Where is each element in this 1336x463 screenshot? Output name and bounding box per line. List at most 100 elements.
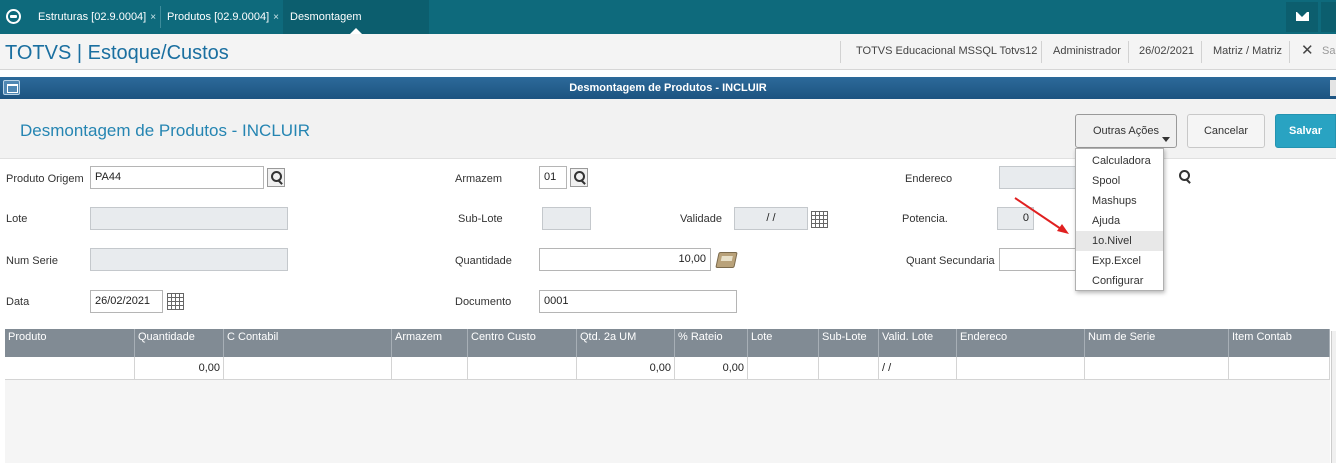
grid-header-armazem[interactable]: Armazem — [392, 329, 468, 357]
grid-cell[interactable] — [468, 357, 577, 380]
scrollbar[interactable] — [1330, 80, 1336, 96]
quantidade-label: Quantidade — [455, 255, 512, 267]
lote-field[interactable] — [90, 207, 288, 230]
produto-origem-label: Produto Origem — [6, 173, 84, 185]
menu-item-1o-nivel[interactable]: 1o.Nivel — [1076, 231, 1163, 251]
sub-lote-label: Sub-Lote — [458, 213, 503, 225]
window-title: Desmontagem de Produtos - INCLUIR — [569, 82, 767, 94]
grid-header-valid-lote[interactable]: Valid. Lote — [879, 329, 957, 357]
grid-header-produto[interactable]: Produto — [5, 329, 135, 357]
validade-field[interactable]: / / — [734, 207, 808, 230]
grid-cell[interactable] — [748, 357, 819, 380]
grid-cell[interactable]: 0,00 — [675, 357, 748, 380]
num-serie-field[interactable] — [90, 248, 288, 271]
armazem-label: Armazem — [455, 173, 503, 185]
quant-secundaria-label: Quant Secundaria — [906, 255, 995, 267]
tab-label: Produtos [02.9.0004] — [167, 11, 270, 23]
endereco-field[interactable] — [999, 166, 1077, 189]
grid-cell[interactable]: 0,00 — [135, 357, 224, 380]
grid-header-endereco[interactable]: Endereco — [957, 329, 1085, 357]
search-icon[interactable] — [267, 168, 285, 187]
menu-item-ajuda[interactable]: Ajuda — [1076, 211, 1163, 231]
search-icon[interactable] — [570, 168, 588, 187]
more-button[interactable] — [1321, 2, 1336, 32]
other-actions-button[interactable]: Outras Ações — [1075, 114, 1177, 148]
chevron-down-icon — [1162, 137, 1170, 142]
lote-label: Lote — [6, 213, 28, 225]
calculator-icon[interactable] — [715, 252, 738, 268]
date-label: 26/02/2021 — [1139, 45, 1195, 57]
save-button[interactable]: Salvar — [1275, 114, 1336, 148]
other-actions-menu: Calculadora Spool Mashups Ajuda 1o.Nivel… — [1075, 148, 1164, 291]
documento-label: Documento — [455, 296, 512, 308]
num-serie-label: Num Serie — [6, 255, 58, 267]
items-grid: Produto Quantidade C Contabil Armazem Ce… — [5, 329, 1330, 463]
window-icon[interactable] — [3, 80, 20, 95]
menu-item-exp-excel[interactable]: Exp.Excel — [1076, 251, 1163, 271]
grid-header-sub-lote[interactable]: Sub-Lote — [819, 329, 879, 357]
calendar-icon[interactable] — [167, 293, 184, 310]
grid-cell[interactable] — [392, 357, 468, 380]
grid-cell[interactable]: / / — [879, 357, 957, 380]
close-icon[interactable]: × — [273, 12, 279, 23]
data-field[interactable]: 26/02/2021 — [90, 290, 163, 313]
grid-header-c-contabil[interactable]: C Contabil — [224, 329, 392, 357]
window-title-bar: Desmontagem de Produtos - INCLUIR — [0, 77, 1336, 99]
header-divider — [1201, 41, 1202, 63]
grid-header-rateio[interactable]: % Rateio — [675, 329, 748, 357]
search-icon[interactable] — [1176, 168, 1194, 187]
menu-item-spool[interactable]: Spool — [1076, 171, 1163, 191]
user-label: Administrador — [1053, 45, 1121, 57]
quant-secundaria-field[interactable] — [999, 248, 1077, 271]
totvs-logo-icon[interactable] — [6, 9, 21, 24]
other-actions-label: Outras Ações — [1092, 125, 1160, 137]
app-title: TOTVS | Estoque/Custos — [5, 42, 229, 64]
app-header: TOTVS | Estoque/Custos TOTVS Educacional… — [0, 34, 1336, 70]
grid-header-centro-custo[interactable]: Centro Custo — [468, 329, 577, 357]
branch-label: Matriz / Matriz — [1213, 45, 1283, 57]
form-title: Desmontagem de Produtos - INCLUIR — [20, 121, 311, 140]
header-divider — [1289, 41, 1290, 63]
menu-item-configurar[interactable]: Configurar — [1076, 271, 1163, 291]
mail-icon — [1296, 12, 1309, 21]
documento-field[interactable]: 0001 — [539, 290, 737, 313]
grid-cell[interactable] — [819, 357, 879, 380]
environment-label: TOTVS Educacional MSSQL Totvs12 — [856, 45, 1038, 57]
grid-header-lote[interactable]: Lote — [748, 329, 819, 357]
tab-label: Estruturas [02.9.0004] — [38, 11, 147, 23]
potencia-label: Potencia. — [902, 213, 948, 225]
close-icon[interactable]: × — [150, 12, 156, 23]
data-label: Data — [6, 296, 30, 308]
grid-cell[interactable] — [1229, 357, 1330, 380]
potencia-field[interactable]: 0 — [997, 207, 1034, 230]
armazem-field[interactable]: 01 — [539, 166, 567, 189]
tab-desmontagem[interactable]: Desmontagem [02.9.0004]× — [283, 0, 429, 57]
cancel-button[interactable]: Cancelar — [1187, 114, 1265, 148]
top-tab-bar: Estruturas [02.9.0004] × Produtos [02.9.0… — [0, 0, 1336, 57]
grid-header-num-serie[interactable]: Num de Serie — [1085, 329, 1229, 357]
grid-cell[interactable] — [5, 357, 135, 380]
header-divider — [840, 41, 841, 63]
grid-header-quantidade[interactable]: Quantidade — [135, 329, 224, 357]
header-divider — [1128, 41, 1129, 63]
grid-cell[interactable] — [224, 357, 392, 380]
grid-cell[interactable] — [957, 357, 1085, 380]
menu-item-mashups[interactable]: Mashups — [1076, 191, 1163, 211]
sub-lote-field[interactable] — [542, 207, 591, 230]
grid-cell[interactable] — [1085, 357, 1229, 380]
validade-label: Validade — [680, 213, 722, 225]
grid-header-item-contab[interactable]: Item Contab — [1229, 329, 1330, 357]
exit-label[interactable]: Sa — [1322, 45, 1335, 57]
grid-cell[interactable]: 0,00 — [577, 357, 675, 380]
produto-origem-field[interactable]: PA44 — [90, 166, 264, 189]
mail-button[interactable] — [1286, 2, 1318, 32]
tab-estruturas[interactable]: Estruturas [02.9.0004] × — [31, 0, 159, 34]
menu-item-calculadora[interactable]: Calculadora — [1076, 151, 1163, 171]
close-icon[interactable]: ✕ — [1301, 41, 1314, 59]
calendar-icon[interactable] — [811, 211, 828, 228]
tab-produtos[interactable]: Produtos [02.9.0004] × — [160, 0, 282, 34]
grid-scrollbar[interactable] — [1331, 331, 1336, 463]
grid-header-qtd-2a-um[interactable]: Qtd. 2a UM — [577, 329, 675, 357]
header-divider — [1041, 41, 1042, 63]
quantidade-field[interactable]: 10,00 — [539, 248, 711, 271]
